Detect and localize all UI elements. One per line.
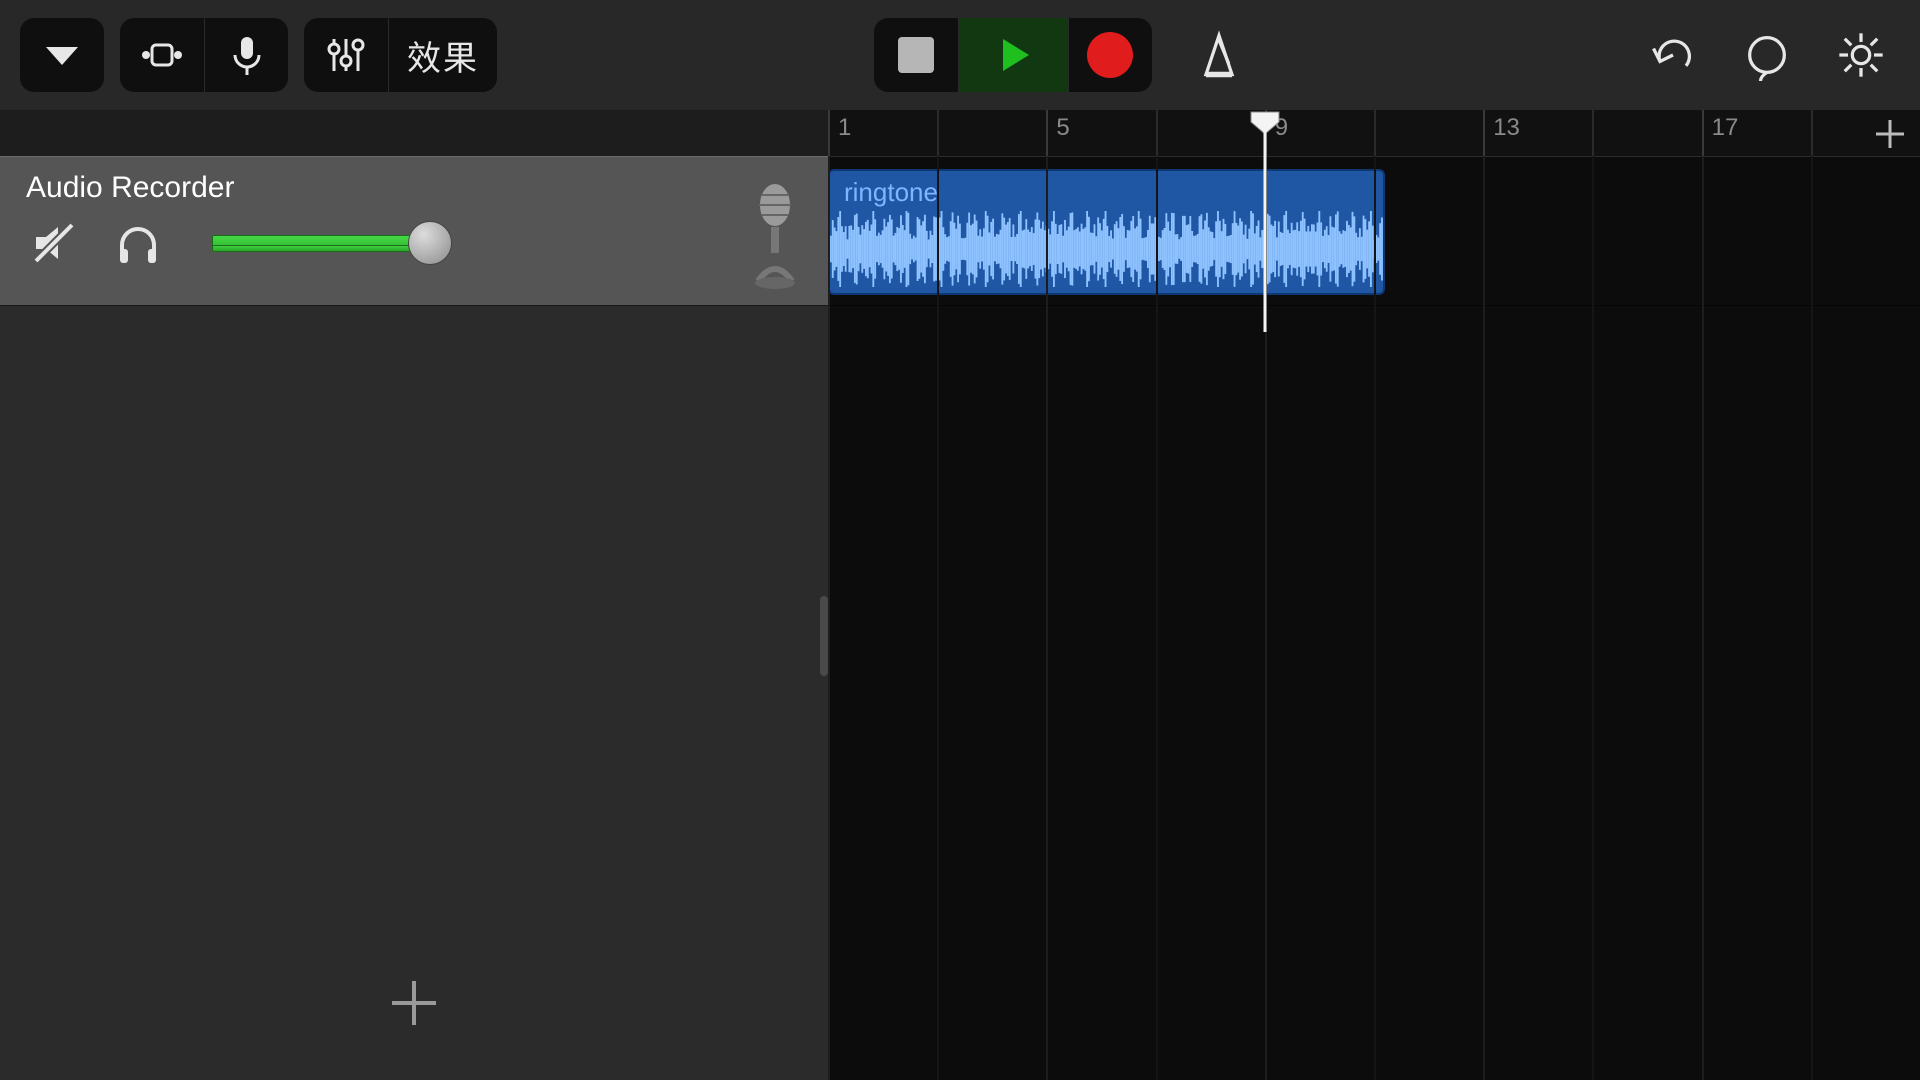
projects-group: [20, 18, 104, 92]
track-controls-button[interactable]: [304, 18, 388, 92]
panel-scrollbar[interactable]: [820, 596, 828, 676]
headphones-button[interactable]: [110, 215, 166, 271]
headphones-icon: [114, 219, 162, 267]
ruler-label: 9: [1275, 114, 1288, 142]
stop-button[interactable]: [874, 18, 958, 92]
top-toolbar: 效果: [0, 0, 1920, 110]
loop-browser-button[interactable]: [1728, 18, 1806, 92]
timeline-area[interactable]: ringtone: [828, 156, 1920, 1080]
mic-input-button[interactable]: [204, 18, 288, 92]
audio-clip[interactable]: ringtone: [828, 169, 1385, 295]
loop-icon: [1741, 29, 1793, 81]
record-button[interactable]: [1068, 18, 1152, 92]
sliders-icon: [322, 31, 370, 79]
volume-meter-2: [212, 245, 430, 252]
instrument-browser-icon: [138, 31, 186, 79]
chevron-down-icon: [38, 31, 86, 79]
track-controls-row: [26, 215, 806, 271]
waveform: [830, 211, 1383, 287]
metronome-button[interactable]: [1180, 18, 1258, 92]
add-track-button[interactable]: [386, 975, 442, 1036]
transport-group: [874, 18, 1152, 92]
ruler-label: 1: [838, 114, 851, 142]
gear-icon: [1835, 29, 1887, 81]
volume-slider[interactable]: [212, 228, 582, 258]
ruler-label: 13: [1493, 114, 1520, 142]
clip-label: ringtone: [830, 171, 1383, 210]
undo-icon: [1647, 29, 1699, 81]
undo-button[interactable]: [1634, 18, 1712, 92]
metronome-icon: [1193, 29, 1245, 81]
speaker-muted-icon: [30, 219, 78, 267]
tracks-panel: Audio Recorder: [0, 156, 828, 1080]
app-root: 效果: [0, 0, 1920, 1080]
timeline-ruler[interactable]: 1 5 9 13 17: [828, 110, 1920, 156]
studio-mic-icon: [748, 181, 802, 291]
stop-icon: [898, 37, 934, 73]
instrument-browser-button[interactable]: [120, 18, 204, 92]
mute-button[interactable]: [26, 215, 82, 271]
fx-button[interactable]: 效果: [388, 18, 497, 92]
microphone-icon: [223, 31, 271, 79]
track-header[interactable]: Audio Recorder: [0, 156, 828, 306]
controls-effects-group: 效果: [304, 18, 497, 92]
ruler-label: 5: [1056, 114, 1069, 142]
view-input-group: [120, 18, 288, 92]
add-section-button[interactable]: [1872, 116, 1908, 157]
volume-knob[interactable]: [408, 221, 452, 265]
record-icon: [1087, 32, 1133, 78]
track-instrument-icon: [748, 181, 802, 291]
ruler-row: 1 5 9 13 17: [0, 110, 1920, 156]
ruler-label: 17: [1712, 114, 1739, 142]
ruler-spacer: [0, 110, 828, 156]
workspace: Audio Recorder: [0, 156, 1920, 1080]
settings-button[interactable]: [1822, 18, 1900, 92]
track-name: Audio Recorder: [26, 171, 806, 205]
plus-icon: [386, 975, 442, 1031]
play-icon: [989, 31, 1037, 79]
play-button[interactable]: [958, 18, 1068, 92]
my-songs-button[interactable]: [20, 18, 104, 92]
